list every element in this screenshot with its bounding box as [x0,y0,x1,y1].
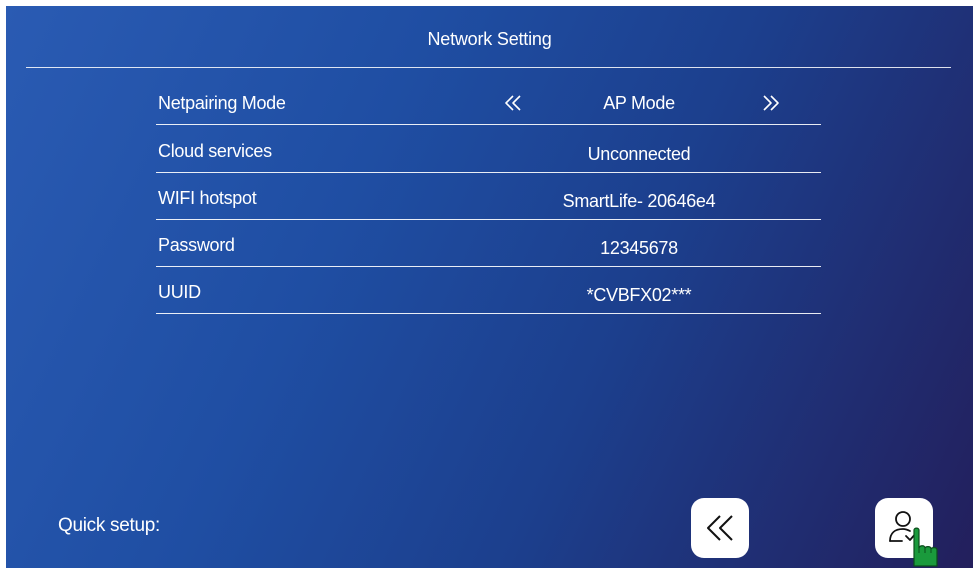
cloud-services-label: Cloud services [158,141,272,161]
password-value: 12345678 [600,238,678,258]
setting-row-uuid: UUID *CVBFX02*** [156,266,821,314]
network-setting-screen: Network Setting Netpairing Mode AP Mode [6,6,973,568]
wifi-hotspot-value: SmartLife- 20646e4 [562,191,716,211]
mode-next-button[interactable] [759,91,783,115]
uuid-label: UUID [158,282,201,302]
setting-row-wifi-hotspot: WIFI hotspot SmartLife- 20646e4 [156,172,821,220]
double-chevron-right-icon [759,91,783,115]
netpairing-mode-label: Netpairing Mode [158,93,286,113]
back-button[interactable] [691,498,749,558]
setting-row-cloud-services: Cloud services Unconnected [156,125,821,173]
wifi-hotspot-label: WIFI hotspot [158,188,257,208]
setting-row-netpairing-mode: Netpairing Mode AP Mode [156,77,821,125]
title-divider [26,67,951,68]
page-title: Network Setting [427,29,552,49]
password-label: Password [158,235,235,255]
setting-row-password: Password 12345678 [156,219,821,267]
double-chevron-left-icon [501,91,525,115]
uuid-value: *CVBFX02*** [586,285,692,305]
cloud-services-value: Unconnected [587,144,691,164]
netpairing-mode-value: AP Mode [603,93,675,113]
mode-prev-button[interactable] [501,91,525,115]
hand-pointer-icon [906,526,946,568]
quick-setup-label: Quick setup: [58,515,161,536]
